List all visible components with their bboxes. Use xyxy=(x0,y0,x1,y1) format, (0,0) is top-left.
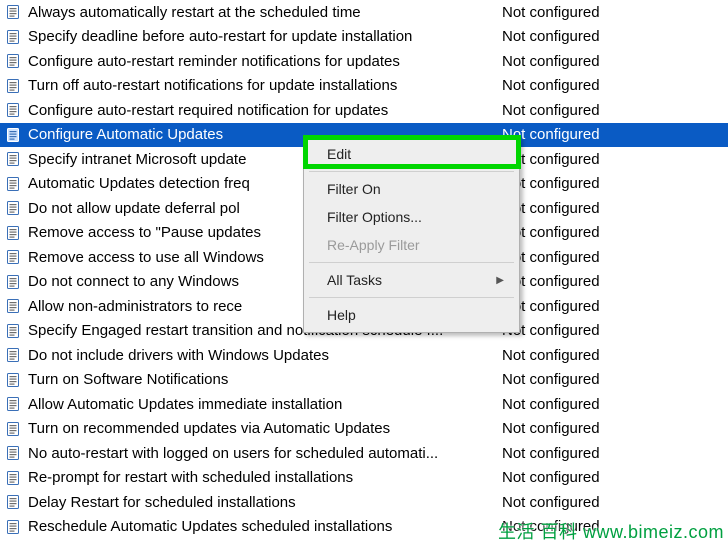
policy-setting-icon xyxy=(0,78,28,94)
policy-state: Not configured xyxy=(502,102,728,119)
policy-state: Not configured xyxy=(502,249,728,266)
menu-separator xyxy=(309,262,514,263)
policy-setting-icon xyxy=(0,53,28,69)
policy-setting-icon xyxy=(0,127,28,143)
menu-label: Edit xyxy=(327,146,351,162)
policy-state: Not configured xyxy=(502,371,728,388)
policy-row[interactable]: Turn off auto-restart notifications for … xyxy=(0,74,728,99)
policy-state: Not configured xyxy=(502,151,728,168)
policy-row[interactable]: Re-prompt for restart with scheduled ins… xyxy=(0,466,728,491)
policy-setting-icon xyxy=(0,421,28,437)
policy-setting-icon xyxy=(0,274,28,290)
policy-name: Specify deadline before auto-restart for… xyxy=(28,28,502,45)
policy-state: Not configured xyxy=(502,126,728,143)
watermark-url: www.bimeiz.com xyxy=(583,522,724,542)
policy-row[interactable]: Do not include drivers with Windows Upda… xyxy=(0,343,728,368)
policy-state: Not configured xyxy=(502,4,728,21)
policy-name: Always automatically restart at the sche… xyxy=(28,4,502,21)
policy-state: Not configured xyxy=(502,53,728,70)
policy-name: Turn on recommended updates via Automati… xyxy=(28,420,502,437)
menu-label: Help xyxy=(327,307,356,323)
policy-setting-icon xyxy=(0,225,28,241)
policy-state: Not configured xyxy=(502,494,728,511)
menu-item-filter-on[interactable]: Filter On xyxy=(307,175,516,203)
menu-separator xyxy=(309,297,514,298)
policy-row[interactable]: Delay Restart for scheduled installation… xyxy=(0,490,728,515)
watermark-cjk: 生活 百科 xyxy=(498,522,578,542)
policy-setting-icon xyxy=(0,200,28,216)
watermark: 生活 百科 www.bimeiz.com xyxy=(498,518,724,544)
menu-item-reapply-filter: Re-Apply Filter xyxy=(307,231,516,259)
policy-name: Turn on Software Notifications xyxy=(28,371,502,388)
policy-state: Not configured xyxy=(502,175,728,192)
policy-row[interactable]: Specify deadline before auto-restart for… xyxy=(0,25,728,50)
policy-name: Do not include drivers with Windows Upda… xyxy=(28,347,502,364)
policy-state: Not configured xyxy=(502,200,728,217)
policy-name: Delay Restart for scheduled installation… xyxy=(28,494,502,511)
policy-setting-icon xyxy=(0,4,28,20)
menu-item-edit[interactable]: Edit xyxy=(307,140,516,168)
policy-row[interactable]: Allow Automatic Updates immediate instal… xyxy=(0,392,728,417)
policy-name: Reschedule Automatic Updates scheduled i… xyxy=(28,518,502,535)
policy-row[interactable]: No auto-restart with logged on users for… xyxy=(0,441,728,466)
policy-name: Turn off auto-restart notifications for … xyxy=(28,77,502,94)
policy-state: Not configured xyxy=(502,396,728,413)
policy-name: Allow Automatic Updates immediate instal… xyxy=(28,396,502,413)
menu-item-all-tasks[interactable]: All Tasks ▶ xyxy=(307,266,516,294)
submenu-arrow-icon: ▶ xyxy=(496,275,504,286)
policy-state: Not configured xyxy=(502,420,728,437)
policy-setting-icon xyxy=(0,470,28,486)
menu-separator xyxy=(309,171,514,172)
menu-label: Filter On xyxy=(327,181,381,197)
policy-state: Not configured xyxy=(502,77,728,94)
policy-setting-icon xyxy=(0,176,28,192)
policy-row[interactable]: Configure auto-restart required notifica… xyxy=(0,98,728,123)
policy-state: Not configured xyxy=(502,469,728,486)
policy-setting-icon xyxy=(0,323,28,339)
policy-state: Not configured xyxy=(502,322,728,339)
policy-setting-icon xyxy=(0,29,28,45)
policy-setting-icon xyxy=(0,249,28,265)
policy-setting-icon xyxy=(0,298,28,314)
policy-state: Not configured xyxy=(502,273,728,290)
policy-row[interactable]: Configure auto-restart reminder notifica… xyxy=(0,49,728,74)
policy-setting-icon xyxy=(0,445,28,461)
policy-setting-icon xyxy=(0,372,28,388)
policy-name: Configure auto-restart required notifica… xyxy=(28,102,502,119)
policy-name: No auto-restart with logged on users for… xyxy=(28,445,502,462)
policy-name: Configure auto-restart reminder notifica… xyxy=(28,53,502,70)
policy-row[interactable]: Turn on Software NotificationsNot config… xyxy=(0,368,728,393)
policy-setting-icon xyxy=(0,347,28,363)
policy-setting-icon xyxy=(0,494,28,510)
policy-setting-icon xyxy=(0,151,28,167)
policy-state: Not configured xyxy=(502,28,728,45)
menu-label: Re-Apply Filter xyxy=(327,237,420,253)
policy-state: Not configured xyxy=(502,298,728,315)
policy-setting-icon xyxy=(0,519,28,535)
policy-setting-icon xyxy=(0,396,28,412)
policy-state: Not configured xyxy=(502,347,728,364)
policy-state: Not configured xyxy=(502,224,728,241)
policy-name: Re-prompt for restart with scheduled ins… xyxy=(28,469,502,486)
policy-row[interactable]: Turn on recommended updates via Automati… xyxy=(0,417,728,442)
policy-row[interactable]: Always automatically restart at the sche… xyxy=(0,0,728,25)
policy-setting-icon xyxy=(0,102,28,118)
context-menu: Edit Filter On Filter Options... Re-Appl… xyxy=(303,136,520,333)
policy-state: Not configured xyxy=(502,445,728,462)
menu-label: All Tasks xyxy=(327,272,382,288)
menu-item-help[interactable]: Help xyxy=(307,301,516,329)
menu-label: Filter Options... xyxy=(327,209,422,225)
menu-item-filter-options[interactable]: Filter Options... xyxy=(307,203,516,231)
